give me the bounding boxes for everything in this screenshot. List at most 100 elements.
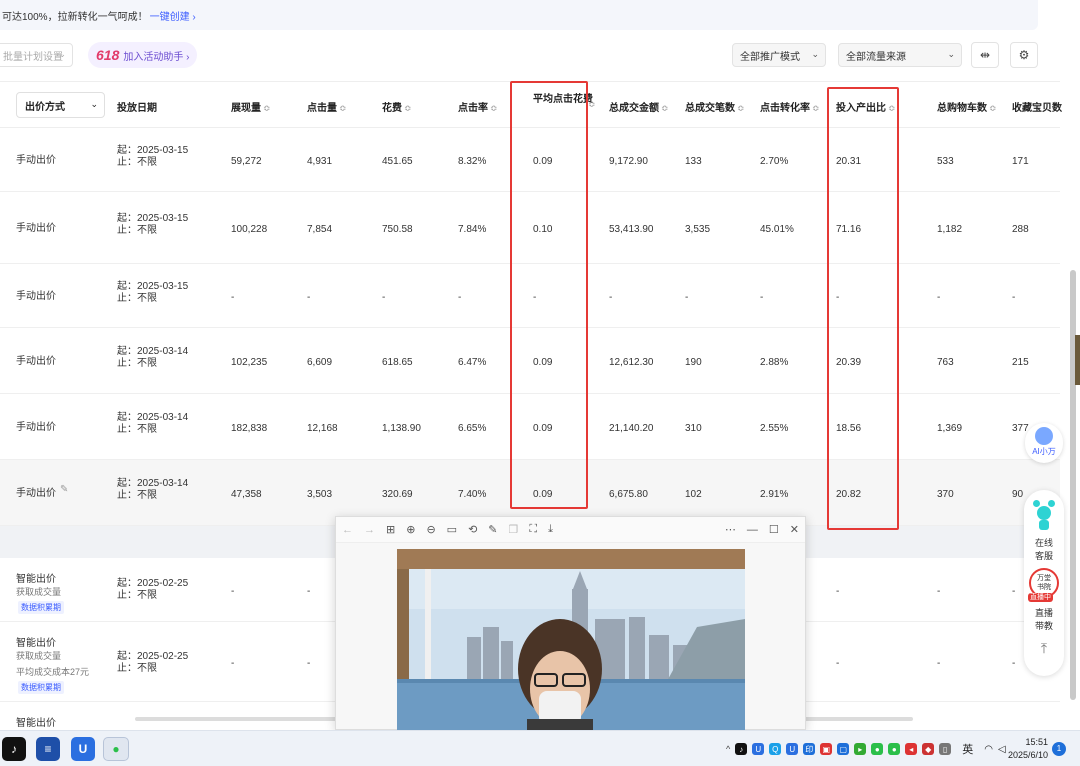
cell-favorites: 90 — [1012, 489, 1024, 500]
live-academy-icon[interactable]: 万堂 书院 直播中 — [1028, 568, 1059, 602]
print-tray-icon[interactable]: 印 — [803, 743, 816, 755]
crop-icon[interactable]: ⛶ — [529, 523, 537, 536]
banner-text: 可达100%，拉新转化一气呵成！ — [2, 11, 148, 23]
sort-icon[interactable]: ≎ — [737, 103, 745, 113]
grid-view-icon[interactable]: ⊞ — [386, 523, 395, 536]
red-tray-icon[interactable]: ◆ — [922, 743, 935, 755]
settings-button[interactable]: ⚙ — [1010, 42, 1038, 68]
traffic-source-select[interactable]: 全部流量来源 ⌄ — [838, 43, 962, 67]
header-ctr[interactable]: 点击率 ≎ — [458, 99, 498, 114]
ai-assistant-button[interactable]: AI小万 — [1025, 423, 1063, 463]
live-teaching-label[interactable]: 直播 带教 — [1024, 606, 1064, 632]
notification-badge[interactable]: 1 — [1052, 742, 1066, 756]
usb-tray-icon[interactable]: ▯ — [939, 743, 952, 755]
bid-type: 智能出价 — [16, 638, 56, 649]
bid-type-filter[interactable]: 出价方式 ⌄ — [16, 92, 105, 118]
online-service-icon[interactable] — [1032, 500, 1056, 530]
schedule-dates: 起：2025-03-14 止：不限 — [117, 346, 188, 370]
actual-size-icon[interactable]: ▭ — [447, 523, 457, 536]
minimize-icon[interactable]: — — [747, 524, 758, 536]
schedule-dates: 起：2025-02-25 止：不限 — [117, 578, 188, 602]
more-icon[interactable]: ⋯ — [725, 523, 736, 536]
header-impressions[interactable]: 展现量 ≎ — [231, 99, 271, 114]
cell-orders: 310 — [685, 423, 702, 434]
sort-icon[interactable]: ≎ — [263, 103, 271, 113]
cell-cart: 370 — [937, 489, 954, 500]
store-app-icon[interactable]: U — [71, 737, 95, 761]
taskbar: ♪ ≡ U ● ^ ♪ U Q U 印 ▣ ▢ ▸ ● ● ◂ ◆ ▯ 英 ◠ … — [0, 730, 1080, 766]
cell-orders: - — [685, 292, 689, 303]
maximize-icon[interactable]: ☐ — [769, 523, 779, 536]
wechat-tray-icon[interactable]: ● — [871, 743, 884, 755]
bid-goal: 获取成交量 — [16, 651, 62, 661]
ime-indicator[interactable]: 英 — [962, 741, 973, 757]
back-to-top-icon[interactable]: ⤒ — [1024, 640, 1064, 657]
tiktok-app-icon[interactable]: ♪ — [2, 737, 26, 761]
nvidia-tray-icon[interactable]: ▸ — [854, 743, 867, 755]
edge-thumbnail — [1075, 335, 1080, 385]
rotate-icon[interactable]: ⟲ — [468, 523, 477, 536]
next-arrow-icon[interactable]: → — [364, 524, 375, 536]
store-tray-icon[interactable]: U — [786, 743, 799, 755]
sort-icon[interactable]: ≎ — [490, 103, 498, 113]
highlight-roi-column — [827, 87, 899, 530]
online-service-label[interactable]: 在线 客服 — [1024, 536, 1064, 562]
cell-ctr: 6.47% — [458, 357, 487, 368]
bid-type: 手动出价 — [16, 356, 56, 367]
banner-create-link[interactable]: 一键创建 › — [150, 8, 196, 23]
cell-impressions: - — [231, 586, 235, 597]
red-app-tray-icon[interactable]: ▣ — [820, 743, 833, 755]
batch-settings-select[interactable]: 批量计划设置 ⌄ — [0, 43, 73, 67]
promo-mode-select[interactable]: 全部推广模式 ⌄ — [732, 43, 826, 67]
sort-icon[interactable]: ≎ — [989, 103, 997, 113]
sort-icon[interactable]: ≎ — [404, 103, 412, 113]
wifi-icon[interactable]: ◠ — [984, 744, 993, 755]
wechat-work-tray-icon[interactable]: ● — [888, 743, 901, 755]
start-date: 起：2025-03-14 — [117, 346, 189, 357]
cell-cart: - — [937, 586, 941, 597]
audio-app-tray-icon[interactable]: ◂ — [905, 743, 918, 755]
cell-cvr: 2.70% — [760, 156, 789, 167]
prev-arrow-icon[interactable]: ← — [342, 524, 353, 536]
sort-icon[interactable]: ≎ — [339, 103, 347, 113]
cell-cart: 1,369 — [937, 423, 963, 434]
header-cvr[interactable]: 点击转化率 ≎ — [760, 99, 820, 114]
cell-ctr: 6.65% — [458, 423, 487, 434]
header-gmv[interactable]: 总成交金额 ≎ — [609, 99, 669, 114]
cell-clicks: - — [307, 586, 311, 597]
wechat-app-icon[interactable]: ● — [103, 737, 129, 761]
header-orders[interactable]: 总成交笔数 ≎ — [685, 99, 745, 114]
edit-icon[interactable]: ✎ — [488, 523, 497, 536]
schedule-dates: 起：2025-03-15 止：不限 — [117, 281, 188, 305]
sort-icon[interactable]: ≎ — [661, 103, 669, 113]
sort-icon[interactable]: ≎ — [812, 103, 820, 113]
header-clicks[interactable]: 点击量 ≎ — [307, 99, 347, 114]
app-tray-icon[interactable]: U — [752, 743, 765, 755]
header-cart[interactable]: 总购物车数 ≎ — [937, 99, 997, 114]
save-icon[interactable]: ⤓ — [548, 523, 553, 536]
end-date: 止：不限 — [117, 157, 157, 168]
bid-type: 智能出价 — [16, 574, 56, 585]
activity-assistant-button[interactable]: 618 加入活动助手 › — [88, 42, 198, 68]
promo-banner: 可达100%，拉新转化一气呵成！ 一键创建 › — [0, 0, 1038, 30]
header-favorites[interactable]: 收藏宝贝数 — [1012, 99, 1062, 114]
promo-618-logo: 618 — [96, 47, 120, 63]
edit-icon[interactable]: ✎ — [60, 484, 68, 495]
sort-icon[interactable]: ≎ — [588, 99, 596, 110]
blue-app-tray-icon[interactable]: ▢ — [837, 743, 850, 755]
header-cost[interactable]: 花费 ≎ — [382, 99, 412, 114]
zoom-in-icon[interactable]: ⊕ — [406, 523, 415, 536]
cell-ctr: 7.40% — [458, 489, 487, 500]
tray-expand-icon[interactable]: ^ — [726, 744, 730, 754]
system-clock[interactable]: 15:51 2025/6/10 — [1004, 736, 1048, 762]
column-width-button[interactable]: ⇹ — [971, 42, 999, 68]
zoom-out-icon[interactable]: ⊖ — [426, 523, 435, 536]
qq-tray-icon[interactable]: Q — [769, 743, 782, 755]
notes-app-icon[interactable]: ≡ — [36, 737, 60, 761]
bid-type: 手动出价 — [16, 155, 56, 166]
copy-icon[interactable]: ❐ — [509, 523, 519, 536]
clock-date: 2025/6/10 — [1007, 750, 1048, 760]
tiktok-tray-icon[interactable]: ♪ — [735, 743, 748, 755]
toolbar: 批量计划设置 ⌄ 618 加入活动助手 › 全部推广模式 ⌄ 全部流量来源 ⌄ … — [0, 40, 1080, 70]
close-icon[interactable]: ✕ — [790, 523, 799, 536]
